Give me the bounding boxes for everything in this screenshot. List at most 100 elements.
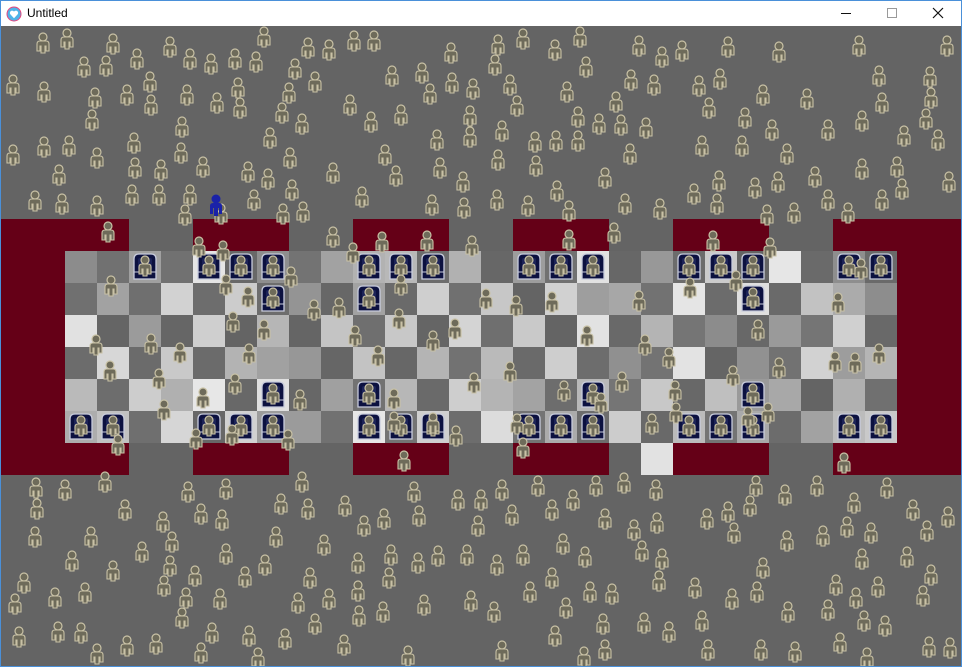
- person-icon: [649, 479, 663, 501]
- person-icon: [727, 522, 741, 544]
- person-icon: [120, 635, 134, 657]
- person-icon: [516, 544, 530, 566]
- person-icon: [816, 525, 830, 547]
- floor-tile: [609, 315, 641, 347]
- person-icon: [376, 601, 390, 623]
- floor-tile: [641, 379, 673, 411]
- person-icon: [179, 587, 193, 609]
- person-icon: [173, 342, 187, 364]
- person-icon: [548, 39, 562, 61]
- person-icon: [219, 274, 233, 296]
- minimize-button[interactable]: [823, 1, 869, 26]
- floor-tile: [161, 315, 193, 347]
- person-icon: [242, 625, 256, 647]
- person-icon: [189, 428, 203, 450]
- window-title: Untitled: [27, 6, 68, 20]
- person-icon: [771, 171, 785, 193]
- person-icon: [241, 286, 255, 308]
- floor-tile: [833, 315, 865, 347]
- floor-tile: [193, 347, 225, 379]
- person-icon: [751, 319, 765, 341]
- person-icon: [479, 288, 493, 310]
- person-icon: [183, 184, 197, 206]
- person-icon: [650, 512, 664, 534]
- person-icon: [872, 65, 886, 87]
- close-button[interactable]: [915, 1, 961, 26]
- game-canvas[interactable]: [1, 26, 961, 666]
- person-icon: [880, 477, 894, 499]
- person-icon: [491, 149, 505, 171]
- person-icon: [266, 415, 280, 437]
- person-icon: [772, 41, 786, 63]
- person-icon: [204, 53, 218, 75]
- person-icon: [263, 127, 277, 149]
- person-icon: [516, 437, 530, 459]
- person-icon: [701, 639, 715, 661]
- person-icon: [444, 42, 458, 64]
- person-icon: [545, 499, 559, 521]
- stand-wall: [193, 219, 289, 251]
- person-icon: [842, 415, 856, 437]
- person-icon: [857, 610, 871, 632]
- person-icon: [420, 230, 434, 252]
- person-icon: [196, 387, 210, 409]
- person-icon: [90, 643, 104, 665]
- person-icon: [144, 94, 158, 116]
- person-icon: [522, 255, 536, 277]
- maximize-button[interactable]: [869, 1, 915, 26]
- person-icon: [29, 477, 43, 499]
- floor-tile: [481, 411, 513, 443]
- person-icon: [37, 136, 51, 158]
- floor-tile: [321, 411, 353, 443]
- person-icon: [296, 201, 310, 223]
- person-icon: [837, 452, 851, 474]
- person-icon: [275, 102, 289, 124]
- person-icon: [852, 35, 866, 57]
- stand-wall: [1, 443, 129, 475]
- person-icon: [281, 429, 295, 451]
- person-icon: [571, 106, 585, 128]
- person-icon: [210, 92, 224, 114]
- person-icon: [343, 94, 357, 116]
- person-icon: [700, 508, 714, 530]
- person-icon: [181, 481, 195, 503]
- person-icon: [233, 97, 247, 119]
- person-icon: [90, 195, 104, 217]
- person-icon: [528, 131, 542, 153]
- person-icon: [175, 607, 189, 629]
- person-icon: [583, 581, 597, 603]
- person-icon: [638, 334, 652, 356]
- person-icon: [662, 621, 676, 643]
- person-icon: [30, 498, 44, 520]
- person-icon: [854, 258, 868, 280]
- person-icon: [931, 129, 945, 151]
- floor-tile: [609, 251, 641, 283]
- person-icon: [415, 62, 429, 84]
- person-icon: [874, 415, 888, 437]
- person-icon: [874, 255, 888, 277]
- person-icon: [52, 164, 66, 186]
- person-icon: [682, 255, 696, 277]
- person-icon: [746, 255, 760, 277]
- person-icon: [338, 495, 352, 517]
- person-icon: [516, 28, 530, 50]
- person-icon: [157, 399, 171, 421]
- person-icon: [652, 570, 666, 592]
- person-icon: [474, 489, 488, 511]
- person-icon: [431, 545, 445, 567]
- person-icon: [919, 108, 933, 130]
- person-icon: [183, 48, 197, 70]
- person-icon: [554, 255, 568, 277]
- title-bar[interactable]: Untitled: [1, 1, 961, 26]
- person-icon: [598, 167, 612, 189]
- person-icon: [924, 87, 938, 109]
- person-icon: [128, 157, 142, 179]
- person-icon: [348, 325, 362, 347]
- person-icon: [490, 554, 504, 576]
- floor-tile: [289, 347, 321, 379]
- person-icon: [840, 516, 854, 538]
- person-icon: [78, 582, 92, 604]
- person-icon: [375, 231, 389, 253]
- floor-tile: [129, 411, 161, 443]
- person-icon: [322, 588, 336, 610]
